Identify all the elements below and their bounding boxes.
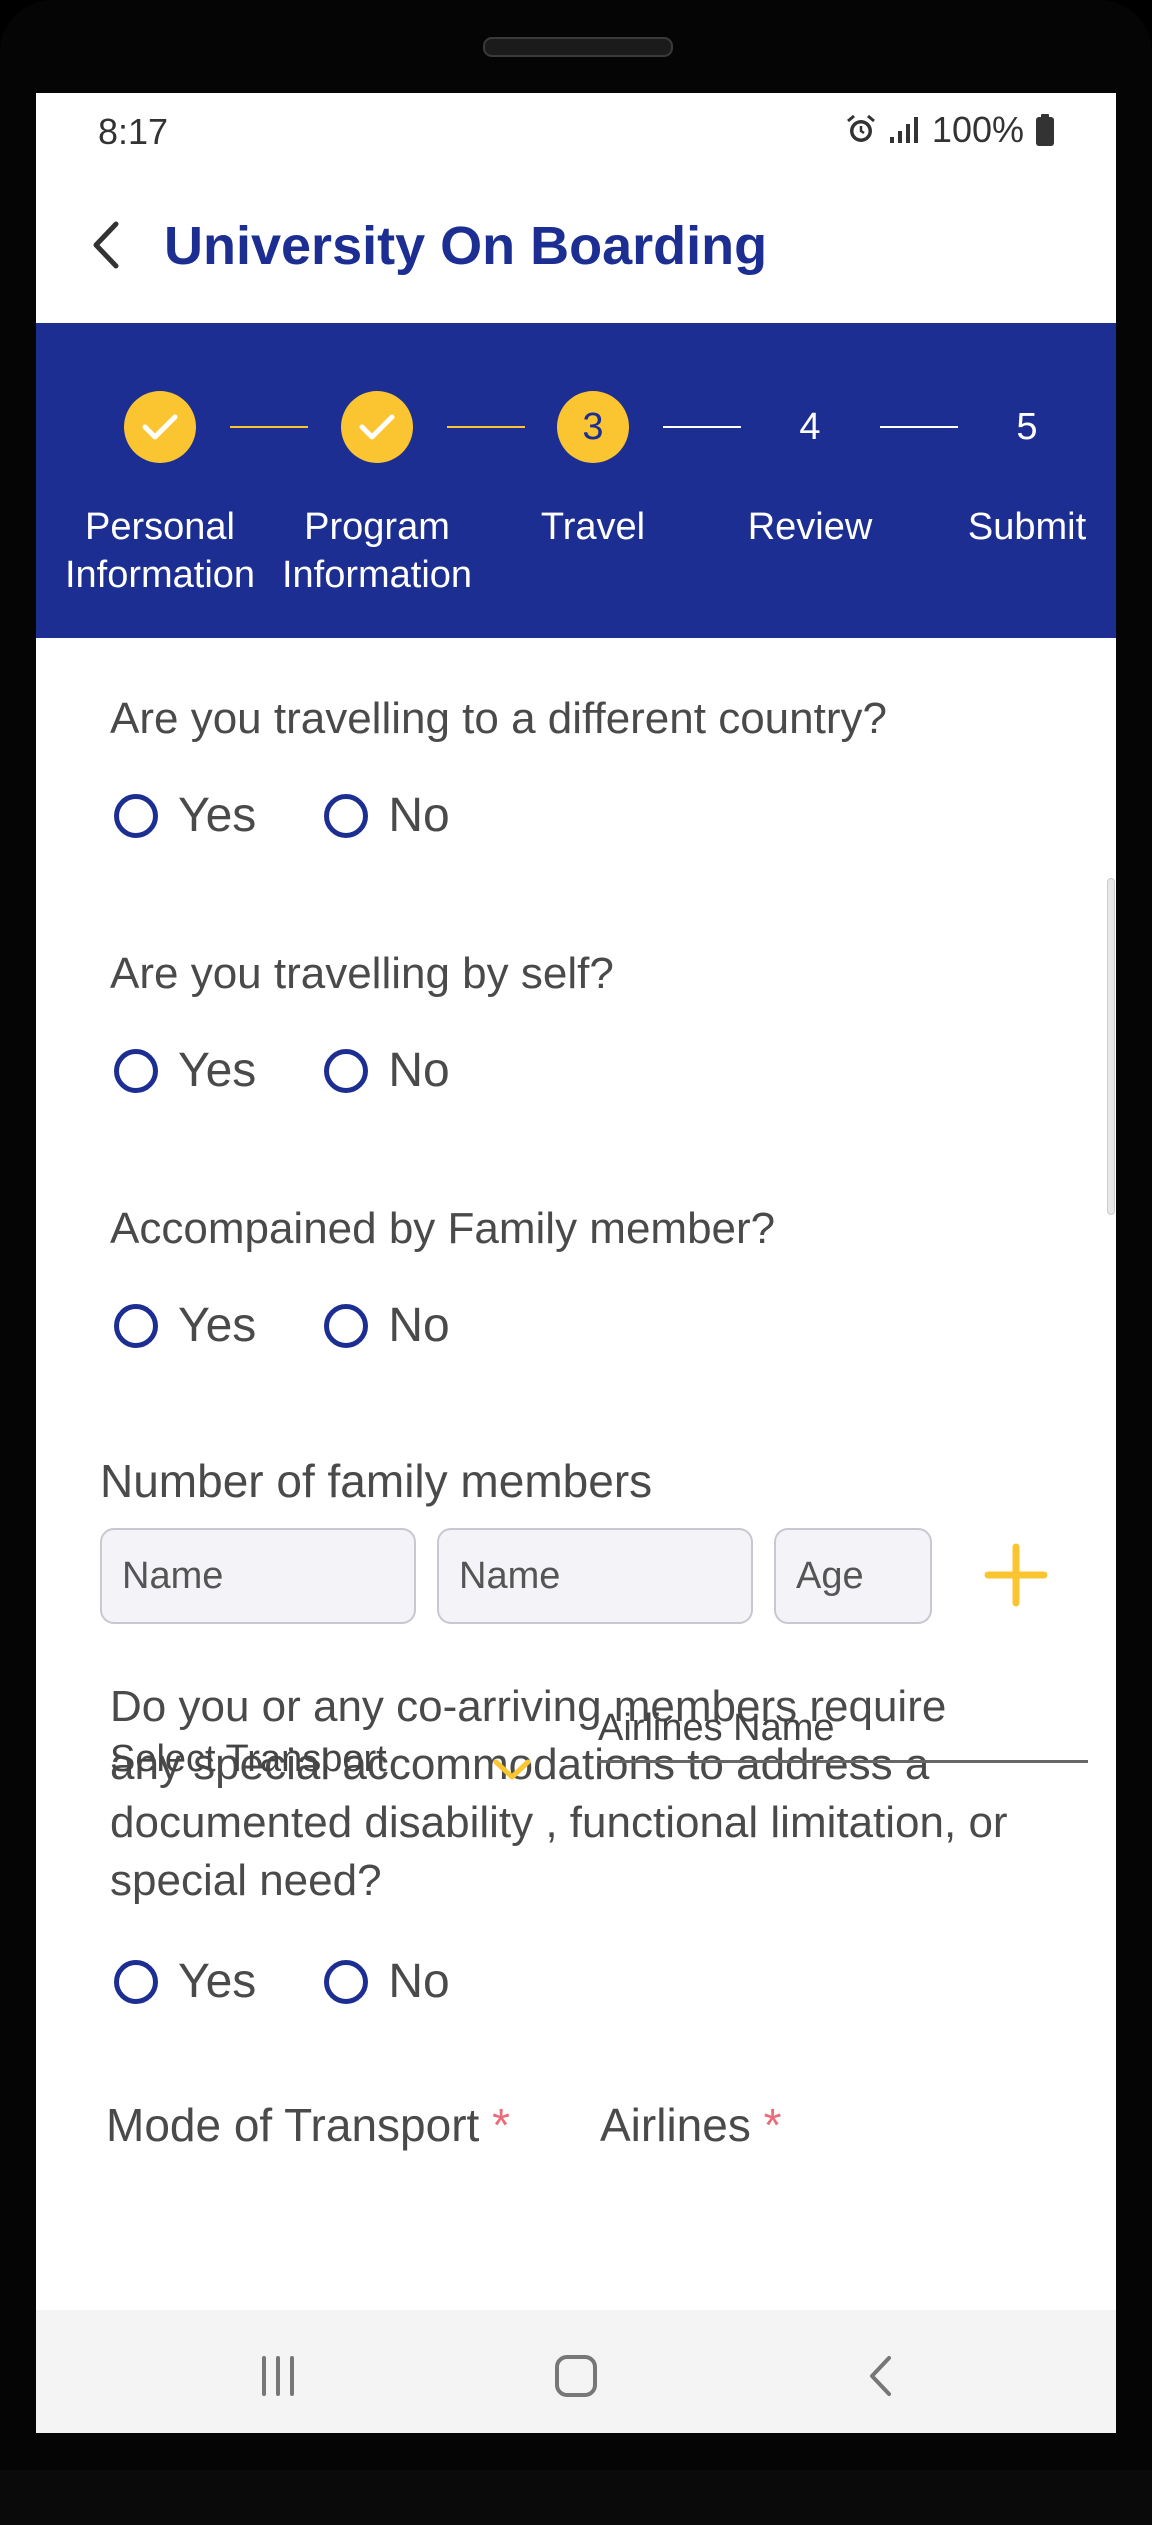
page-title: University On Boarding (164, 216, 768, 276)
step-label-line: Program (304, 506, 450, 548)
phone-frame: 8:17 100% University On Boarding 3 4 5 P… (0, 0, 1152, 2525)
radio-group-travelling-by-self: Yes No (114, 1043, 518, 1098)
step-3-circle[interactable]: 3 (557, 391, 629, 463)
status-time: 8:17 (98, 111, 169, 152)
radio-group-different-country: Yes No (114, 788, 518, 843)
step-connector (447, 426, 525, 428)
progress-stepper: 3 4 5 Personal Information Program Infor… (36, 323, 1116, 638)
radio-circle-icon (114, 1048, 158, 1093)
step-1-label: Personal Information (45, 503, 275, 599)
system-nav-bar (36, 2310, 1116, 2433)
screen: 8:17 100% University On Boarding 3 4 5 P… (36, 93, 1116, 2433)
transport-select[interactable]: Select Transport (110, 1738, 387, 1781)
step-label-line: Personal (85, 506, 235, 548)
radio-circle-icon (324, 793, 369, 838)
transport-label: Mode of Transport * (106, 2098, 510, 2152)
radio-label: Yes (178, 789, 257, 842)
family-members-label: Number of family members (100, 1455, 653, 1507)
family-name-input-2[interactable] (437, 1528, 753, 1624)
app-bar: University On Boarding (36, 173, 1116, 323)
step-5-label: Submit (967, 506, 1087, 548)
step-connector (230, 426, 308, 428)
scrollbar[interactable] (1107, 878, 1115, 1215)
status-icons: 100% (844, 109, 1056, 151)
speaker-grille (483, 37, 673, 57)
radio-group-special-accommodations: Yes No (114, 1954, 518, 2009)
step-1-circle[interactable] (124, 391, 196, 463)
alarm-icon (844, 113, 878, 147)
airlines-label: Airlines * (600, 2098, 782, 2152)
radio-yes[interactable]: Yes (114, 788, 256, 843)
signal-icon (888, 115, 922, 145)
required-mark: * (763, 2099, 782, 2151)
required-mark: * (492, 2099, 510, 2151)
radio-circle-icon (114, 1959, 158, 2004)
airlines-name-input[interactable] (598, 1696, 1088, 1763)
battery-percent: 100% (931, 109, 1024, 150)
step-label-line: Information (64, 554, 256, 596)
status-bar: 8:17 100% (36, 93, 1116, 173)
step-connector (880, 426, 958, 428)
radio-circle-icon (114, 793, 158, 838)
radio-yes[interactable]: Yes (114, 1043, 256, 1098)
back-icon (870, 2356, 891, 2396)
radio-no[interactable]: No (324, 788, 450, 843)
step-5-circle[interactable]: 5 (991, 391, 1063, 463)
radio-label: No (388, 1955, 450, 2008)
step-4-label: Review (747, 506, 873, 548)
step-connector (663, 426, 741, 428)
radio-circle-icon (114, 1303, 158, 1348)
radio-label: Yes (178, 1955, 257, 2008)
radio-label: No (388, 1299, 450, 1352)
radio-label: No (388, 789, 450, 842)
transport-label-text: Mode of Transport (106, 2099, 480, 2151)
question-travelling-by-self: Are you travelling by self? (110, 949, 614, 998)
nav-back-button[interactable] (850, 2346, 910, 2406)
chevron-down-icon[interactable] (492, 1758, 532, 1782)
bottom-bezel (0, 2470, 1152, 2525)
step-2-circle[interactable] (341, 391, 413, 463)
radio-group-accompanied-by-family: Yes No (114, 1298, 518, 1353)
recent-apps-icon (262, 2356, 294, 2396)
battery-icon (1034, 113, 1056, 147)
step-4-circle[interactable]: 4 (774, 391, 846, 463)
question-accompanied-by-family: Accompained by Family member? (110, 1204, 776, 1253)
airlines-label-text: Airlines (600, 2099, 751, 2151)
radio-no[interactable]: No (324, 1298, 450, 1353)
travel-form: Are you travelling to a different countr… (36, 638, 1116, 2310)
plus-icon[interactable] (984, 1543, 1048, 1607)
radio-no[interactable]: No (324, 1043, 450, 1098)
radio-circle-icon (324, 1303, 369, 1348)
question-different-country: Are you travelling to a different countr… (110, 694, 887, 743)
radio-no[interactable]: No (324, 1954, 450, 2009)
radio-label: No (388, 1044, 450, 1097)
chevron-left-icon (93, 221, 119, 269)
radio-label: Yes (178, 1044, 257, 1097)
home-button[interactable] (546, 2346, 606, 2406)
family-name-input-1[interactable] (100, 1528, 416, 1624)
radio-label: Yes (178, 1299, 257, 1352)
recent-apps-button[interactable] (248, 2346, 308, 2406)
check-icon (359, 414, 395, 440)
step-3-label: Travel (540, 506, 646, 548)
radio-circle-icon (324, 1959, 369, 2004)
radio-yes[interactable]: Yes (114, 1298, 256, 1353)
step-label-line: Information (281, 554, 473, 596)
family-age-input[interactable] (774, 1528, 932, 1624)
back-button[interactable] (76, 215, 136, 275)
radio-circle-icon (324, 1048, 369, 1093)
check-icon (142, 414, 178, 440)
step-2-label: Program Information (262, 503, 492, 599)
home-icon (555, 2355, 597, 2397)
radio-yes[interactable]: Yes (114, 1954, 256, 2009)
